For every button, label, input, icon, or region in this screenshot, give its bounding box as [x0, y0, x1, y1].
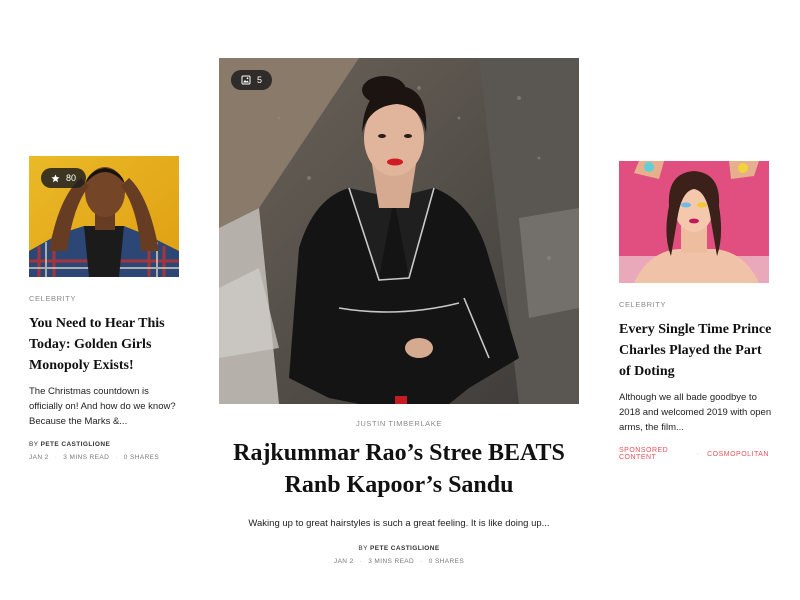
article-headline[interactable]: Rajkummar Rao’s Stree BEATS Ranb Kapoor’… [229, 437, 569, 501]
badge-count: 80 [66, 173, 77, 183]
article-headline[interactable]: You Need to Hear This Today: Golden Girl… [29, 313, 179, 376]
gallery-badge: 5 [231, 70, 273, 90]
byline-prefix: BY [29, 441, 39, 448]
meta-separator: · [359, 558, 363, 565]
article-byline: BY PETE CASTIGLIONE [219, 545, 579, 552]
article-card-center[interactable]: 5 JUSTIN TIMBERLAKE Rajkummar Rao’s Stre… [219, 58, 579, 565]
share-count[interactable]: 0 SHARES [124, 454, 159, 461]
article-category[interactable]: CELEBRITY [29, 294, 179, 303]
rating-badge: 80 [41, 168, 87, 188]
star-icon [51, 173, 60, 182]
article-excerpt: Although we all bade goodbye to 2018 and… [619, 392, 772, 433]
badge-count: 5 [257, 75, 263, 85]
sponsored-label: SPONSORED CONTENT [619, 447, 669, 461]
article-date: JAN 2 [333, 558, 354, 565]
sponsored-row: SPONSORED CONTENT · COSMOPOLITAN [619, 447, 769, 461]
meta-separator: · [696, 450, 700, 458]
meta-separator: · [115, 454, 118, 461]
author-link[interactable]: PETE CASTIGLIONE [370, 545, 440, 552]
byline-prefix: BY [358, 545, 368, 552]
article-card-left[interactable]: 80 CELEBRITY You Need to Hear This Today… [29, 156, 179, 461]
article-image-center[interactable]: 5 [219, 58, 579, 404]
portrait-woman-photo [219, 58, 579, 404]
author-link[interactable]: PETE CASTIGLIONE [41, 441, 111, 448]
article-date: JAN 2 [29, 454, 49, 461]
article-image-right[interactable] [619, 161, 769, 283]
meta-separator: · [420, 558, 423, 565]
article-excerpt: The Christmas countdown is officially on… [29, 386, 176, 427]
article-grid: 80 CELEBRITY You Need to Hear This Today… [0, 0, 800, 600]
article-image-left[interactable]: 80 [29, 156, 179, 277]
article-meta: JAN 2 · 3 MINS READ · 0 SHARES [29, 454, 179, 461]
read-time: 3 MINS READ [368, 558, 415, 565]
article-excerpt: Waking up to great hairstyles is such a … [248, 518, 550, 529]
gallery-icon [241, 75, 251, 85]
article-headline[interactable]: Every Single Time Prince Charles Played … [619, 319, 774, 382]
article-meta: JAN 2 · 3 MINS READ · 0 SHARES [219, 558, 579, 565]
share-count[interactable]: 0 SHARES [429, 558, 464, 565]
read-time: 3 MINS READ [63, 454, 110, 461]
article-card-right[interactable]: CELEBRITY Every Single Time Prince Charl… [619, 161, 771, 461]
article-category[interactable]: JUSTIN TIMBERLAKE [219, 419, 579, 428]
article-byline: BY PETE CASTIGLIONE [29, 441, 179, 448]
meta-separator: · [54, 454, 58, 461]
portrait-woman-pink-photo [619, 161, 769, 283]
article-category[interactable]: CELEBRITY [619, 300, 769, 309]
sponsor-link[interactable]: COSMOPOLITAN [707, 451, 769, 458]
